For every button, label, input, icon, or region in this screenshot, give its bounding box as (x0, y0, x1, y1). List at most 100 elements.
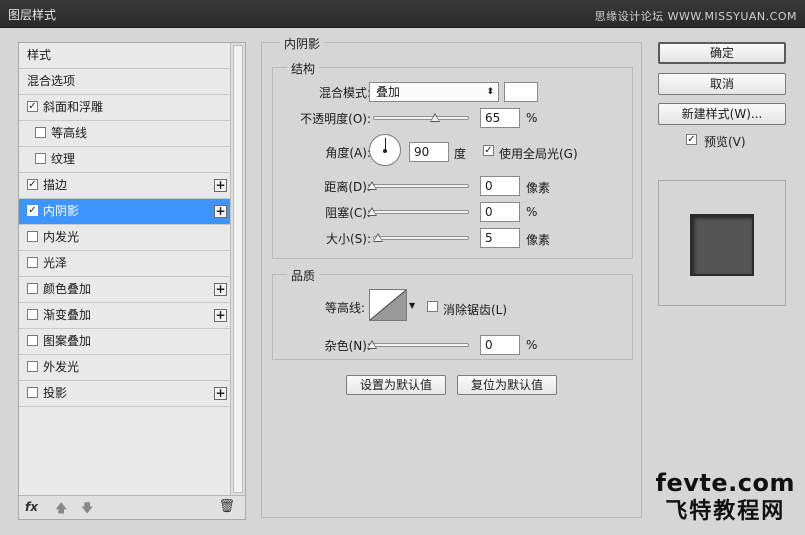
scroll-thumb[interactable] (233, 45, 243, 493)
opacity-field[interactable]: 65 (480, 108, 520, 128)
styles-scrollbar[interactable] (230, 43, 245, 495)
style-item-label: 混合选项 (27, 74, 76, 88)
style-item[interactable]: 等高线 (19, 121, 231, 147)
layer-style-dialog: 样式 混合选项 ✓ 斜面和浮雕 等高线 纹理 ✓ 描边 + ✓ 内阴影 + 内发光 光泽 颜色叠加 + 渐变叠加… (0, 28, 805, 535)
style-checkbox[interactable]: ✓ (27, 179, 38, 190)
contour-curve-icon (369, 289, 407, 321)
styles-list: 样式 混合选项 ✓ 斜面和浮雕 等高线 纹理 ✓ 描边 + ✓ 内阴影 + 内发光 光泽 颜色叠加 + 渐变叠加… (19, 43, 231, 495)
style-checkbox[interactable] (27, 387, 38, 398)
contour-label: 等高线: (324, 301, 365, 315)
style-checkbox[interactable] (27, 361, 38, 372)
style-item[interactable]: 光泽 (19, 251, 231, 277)
add-icon[interactable]: + (214, 309, 227, 322)
style-item-label: 光泽 (43, 256, 68, 270)
style-checkbox[interactable] (27, 309, 38, 320)
contour-picker[interactable] (369, 289, 407, 321)
style-checkbox[interactable] (35, 127, 46, 138)
style-checkbox[interactable] (35, 153, 46, 164)
style-checkbox[interactable]: ✓ (27, 101, 38, 112)
style-checkbox[interactable] (27, 231, 38, 242)
choke-field[interactable]: 0 (480, 202, 520, 222)
quality-group: 品质 等高线: ▼ 消除锯齿(L) 杂色(N): 0 % (272, 267, 633, 360)
style-item[interactable]: 混合选项 (19, 69, 231, 95)
reset-default-button[interactable]: 复位为默认值 (457, 375, 557, 395)
style-item[interactable]: 渐变叠加 + (19, 303, 231, 329)
style-checkbox[interactable] (27, 335, 38, 346)
style-item-label: 斜面和浮雕 (43, 100, 104, 114)
size-slider[interactable] (373, 236, 469, 240)
add-icon[interactable]: + (214, 387, 227, 400)
new-style-button[interactable]: 新建样式(W)... (658, 103, 786, 125)
style-item[interactable]: 样式 (19, 43, 231, 69)
trash-icon[interactable]: 🗑 (218, 499, 235, 514)
global-light-label: 使用全局光(G) (499, 147, 578, 161)
make-default-button[interactable]: 设置为默认值 (346, 375, 446, 395)
arrow-up-icon[interactable]: 🡅 (55, 499, 67, 520)
ok-button[interactable]: 确定 (658, 42, 786, 64)
style-item-label: 颜色叠加 (43, 282, 92, 296)
opacity-label: 不透明度(O): (300, 112, 371, 126)
angle-dial[interactable] (369, 134, 401, 166)
add-icon[interactable]: + (214, 205, 227, 218)
watermark-bottom: fevte.com 飞特教程网 (656, 469, 795, 525)
blend-mode-label: 混合模式: (318, 86, 371, 100)
select-arrows-icon: ⬍ (486, 87, 494, 97)
opacity-slider-thumb[interactable] (430, 113, 441, 122)
style-item-label: 内阴影 (43, 204, 80, 218)
watermark-top: 思缘设计论坛 WWW.MISSYUAN.COM (594, 10, 797, 23)
arrow-down-icon[interactable]: 🡇 (81, 499, 93, 520)
choke-slider[interactable] (369, 210, 469, 214)
styles-panel: 样式 混合选项 ✓ 斜面和浮雕 等高线 纹理 ✓ 描边 + ✓ 内阴影 + 内发光 光泽 颜色叠加 + 渐变叠加… (18, 42, 246, 520)
choke-slider-thumb[interactable] (367, 207, 377, 216)
contour-dropdown-icon[interactable]: ▼ (409, 301, 415, 310)
preview-checkbox[interactable]: ✓ (686, 134, 697, 145)
blend-mode-select[interactable]: 叠加 ⬍ (369, 82, 499, 102)
style-item[interactable]: 图案叠加 (19, 329, 231, 355)
style-item[interactable]: ✓ 内阴影 + (19, 199, 231, 225)
blend-color-swatch[interactable] (504, 82, 538, 102)
angle-field[interactable]: 90 (409, 142, 449, 162)
quality-title: 品质 (287, 267, 320, 284)
size-label: 大小(S): (325, 232, 371, 246)
anti-alias-checkbox[interactable] (427, 301, 438, 312)
title-bar: 图层样式 思缘设计论坛 WWW.MISSYUAN.COM (0, 0, 805, 28)
window-title: 图层样式 (8, 8, 57, 22)
style-item[interactable]: 内发光 (19, 225, 231, 251)
distance-slider-thumb[interactable] (367, 181, 377, 190)
add-icon[interactable]: + (214, 179, 227, 192)
preview-label: 预览(V) (704, 135, 746, 149)
anti-alias-label: 消除锯齿(L) (443, 303, 508, 317)
style-item[interactable]: 投影 + (19, 381, 231, 407)
noise-field[interactable]: 0 (480, 335, 520, 355)
preview-box (658, 180, 786, 306)
angle-unit: 度 (454, 147, 467, 161)
style-item[interactable]: 颜色叠加 + (19, 277, 231, 303)
noise-slider-thumb[interactable] (367, 340, 377, 349)
blend-mode-value: 叠加 (376, 85, 401, 99)
angle-label: 角度(A): (325, 146, 371, 160)
fx-button[interactable]: fx (25, 500, 38, 514)
size-field[interactable]: 5 (480, 228, 520, 248)
style-item[interactable]: 外发光 (19, 355, 231, 381)
style-checkbox[interactable] (27, 257, 38, 268)
style-checkbox[interactable]: ✓ (27, 205, 38, 216)
global-light-checkbox[interactable]: ✓ (483, 145, 494, 156)
cancel-button[interactable]: 取消 (658, 73, 786, 95)
size-unit: 像素 (526, 233, 551, 247)
style-checkbox[interactable] (27, 283, 38, 294)
style-item[interactable]: 纹理 (19, 147, 231, 173)
distance-unit: 像素 (526, 181, 551, 195)
add-icon[interactable]: + (214, 283, 227, 296)
style-item-label: 渐变叠加 (43, 308, 92, 322)
distance-field[interactable]: 0 (480, 176, 520, 196)
noise-slider[interactable] (369, 343, 469, 347)
size-slider-thumb[interactable] (373, 233, 383, 242)
noise-unit: % (526, 338, 538, 352)
style-item[interactable]: ✓ 描边 + (19, 173, 231, 199)
distance-slider[interactable] (369, 184, 469, 188)
opacity-slider[interactable] (373, 116, 469, 120)
noise-label: 杂色(N): (324, 339, 371, 353)
style-item[interactable]: ✓ 斜面和浮雕 (19, 95, 231, 121)
structure-title: 结构 (287, 60, 320, 77)
settings-panel: 内阴影 结构 混合模式: 叠加 ⬍ 不透明度(O): 65 % 角度(A): 9… (261, 35, 642, 518)
